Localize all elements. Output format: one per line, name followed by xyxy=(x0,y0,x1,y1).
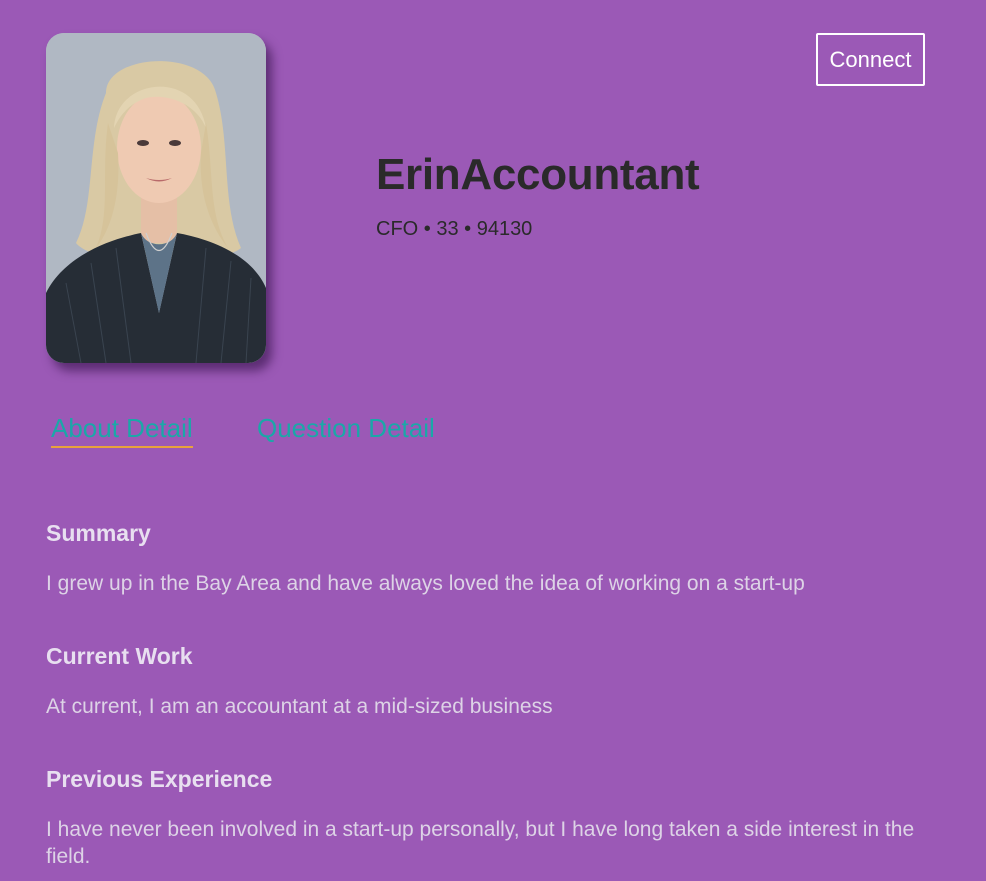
tab-about-detail[interactable]: About Detail xyxy=(51,413,193,448)
connect-button[interactable]: Connect xyxy=(816,33,925,86)
current-work-text: At current, I am an accountant at a mid-… xyxy=(46,695,553,718)
summary-heading: Summary xyxy=(46,520,151,546)
profile-meta: CFO • 33 • 94130 xyxy=(376,218,533,240)
profile-name: ErinAccountant xyxy=(376,150,700,199)
previous-experience-heading: Previous Experience xyxy=(46,766,273,792)
previous-experience-text: I have never been involved in a start-up… xyxy=(46,818,915,868)
summary-text: I grew up in the Bay Area and have alway… xyxy=(46,572,805,595)
person-portrait-image xyxy=(46,33,266,363)
current-work-heading: Current Work xyxy=(46,643,193,669)
profile-photo xyxy=(46,33,266,363)
tab-question-detail[interactable]: Question Detail xyxy=(257,413,435,446)
